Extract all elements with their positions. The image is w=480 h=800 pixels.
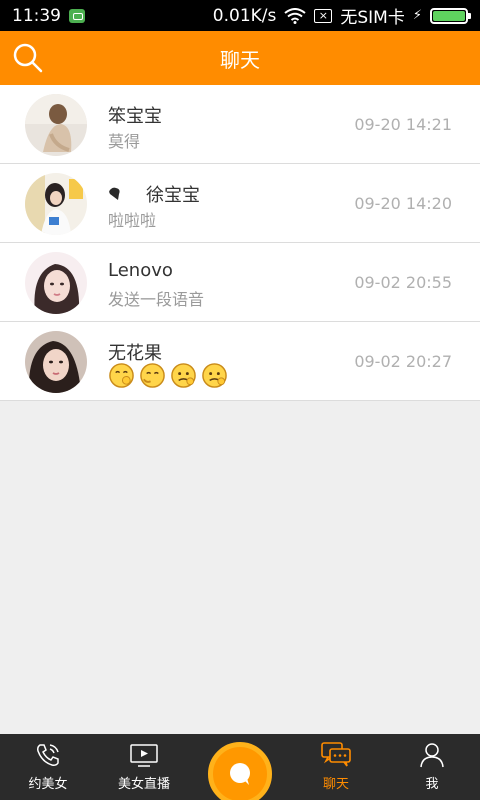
status-bar: 11:39 0.01K/s × 无SIM卡 ⚡ [0, 0, 480, 31]
chat-last-message: 啦啦啦 [108, 211, 157, 230]
wifi-icon [284, 7, 306, 24]
avatar [25, 94, 87, 156]
chat-item[interactable]: Lenovo 发送一段语音 09-02 20:55 [0, 243, 480, 322]
chat-last-message: 发送一段语音 [108, 290, 205, 309]
tv-play-icon [130, 744, 158, 767]
chat-list: 笨宝宝 莫得 09-20 14:21 徐宝宝 啦啦啦 09-20 14:20 L… [0, 85, 480, 401]
chat-icon [321, 742, 351, 767]
chat-time: 09-20 14:20 [354, 194, 452, 213]
network-speed: 0.01K/s [212, 5, 277, 26]
nav-item-me[interactable]: 我 [384, 734, 480, 800]
chat-item[interactable]: 徐宝宝 啦啦啦 09-20 14:20 [0, 164, 480, 243]
user-icon [420, 743, 444, 768]
status-left: 11:39 [12, 6, 85, 26]
battery-icon [430, 7, 471, 24]
nav-item-chat[interactable]: 聊天 [288, 734, 384, 800]
top-bar: 聊天 [0, 31, 480, 85]
avatar [25, 331, 87, 393]
center-action-button[interactable] [208, 742, 272, 800]
chat-name: Lenovo [108, 260, 173, 281]
page-title: 聊天 [220, 47, 260, 72]
nav-label: 美女直播 [117, 777, 170, 792]
center-action-wrap [192, 734, 288, 800]
status-time: 11:39 [12, 5, 61, 26]
bottom-nav: 约美女 美女直播 聊天 我 [0, 734, 480, 800]
emoji-icon [171, 363, 196, 388]
chat-last-message: 莫得 [108, 132, 141, 151]
chat-time: 09-20 14:21 [354, 115, 452, 134]
chat-time: 09-02 20:27 [354, 352, 452, 371]
notification-app-icon [69, 8, 85, 23]
avatar [25, 252, 87, 314]
chat-name: 徐宝宝 [108, 181, 200, 207]
nav-label: 我 [425, 777, 439, 792]
battery-level [433, 10, 465, 21]
phone-icon [37, 744, 59, 766]
no-sim-icon: × [314, 8, 333, 23]
avatar [25, 173, 87, 235]
sim-status: 无SIM卡 [340, 8, 405, 28]
chat-last-message-emoji [108, 362, 228, 389]
charging-icon: ⚡ [412, 8, 422, 23]
chat-item[interactable]: 无花果 09-02 20:27 [0, 322, 480, 401]
app-root: 11:39 0.01K/s × 无SIM卡 ⚡ 聊天 笨宝宝 莫得 09-20 … [0, 0, 480, 800]
nav-item-date-girls[interactable]: 约美女 [0, 734, 96, 800]
emoji-icon [202, 363, 227, 388]
nav-label: 约美女 [28, 777, 68, 792]
search-button[interactable] [12, 42, 44, 74]
nav-label: 聊天 [322, 777, 349, 792]
chat-time: 09-02 20:55 [354, 273, 452, 292]
status-right: 0.01K/s × 无SIM卡 ⚡ [212, 3, 471, 28]
emoji-icon [140, 363, 165, 388]
chat-name-text: 徐宝宝 [146, 185, 200, 206]
chat-bubble-icon [230, 763, 250, 785]
chat-name-text: 笨宝宝 [108, 106, 162, 127]
heart-icon [109, 187, 120, 200]
nav-item-live[interactable]: 美女直播 [96, 734, 192, 800]
chat-name-text: Lenovo [108, 260, 173, 281]
emoji-icon [109, 363, 134, 388]
search-icon [13, 43, 43, 73]
chat-item[interactable]: 笨宝宝 莫得 09-20 14:21 [0, 85, 480, 164]
chat-name: 笨宝宝 [108, 102, 162, 128]
